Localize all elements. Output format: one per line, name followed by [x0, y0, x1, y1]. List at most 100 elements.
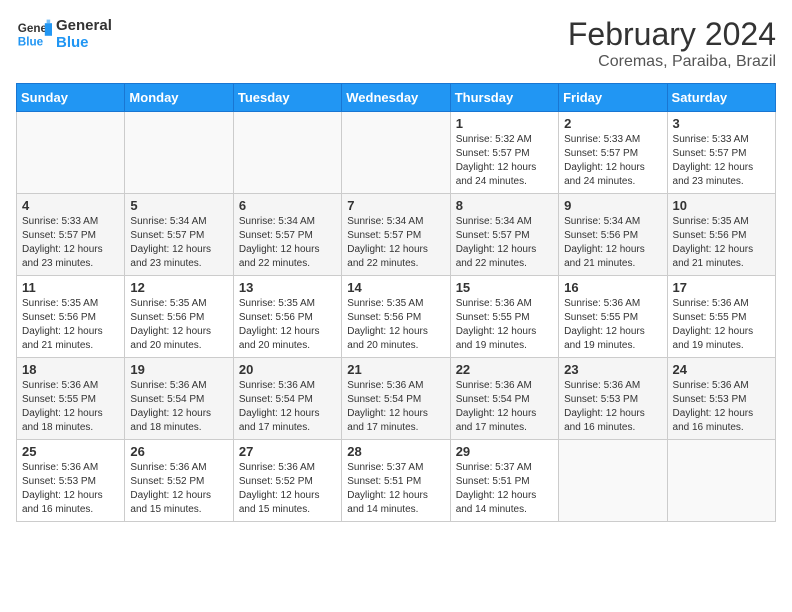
logo-icon: General Blue [16, 16, 52, 52]
page-header: General Blue General Blue February 2024 … [16, 16, 776, 71]
calendar-cell: 9 Sunrise: 5:34 AMSunset: 5:56 PMDaylight… [559, 194, 667, 276]
calendar-cell: 7 Sunrise: 5:34 AMSunset: 5:57 PMDaylight… [342, 194, 450, 276]
calendar-cell: 2 Sunrise: 5:33 AMSunset: 5:57 PMDaylight… [559, 112, 667, 194]
day-info: Sunrise: 5:36 AMSunset: 5:55 PMDaylight:… [456, 297, 553, 353]
calendar-cell: 19Sunrise: 5:36 AMSunset: 5:54 PMDayligh… [125, 358, 233, 440]
calendar-week-row: 4 Sunrise: 5:33 AMSunset: 5:57 PMDaylight… [17, 194, 776, 276]
logo-general: General [56, 17, 112, 34]
calendar-cell: 12Sunrise: 5:35 AMSunset: 5:56 PMDayligh… [125, 276, 233, 358]
calendar-cell: 24 Sunrise: 5:36 AMSunset: 5:53 PMDayligh… [667, 358, 775, 440]
weekday-header-row: SundayMondayTuesdayWednesdayThursdayFrid… [17, 84, 776, 112]
calendar-week-row: 1 Sunrise: 5:32 AMSunset: 5:57 PMDaylight… [17, 112, 776, 194]
calendar-cell: 20 Sunrise: 5:36 AMSunset: 5:54 PMDayligh… [233, 358, 341, 440]
weekday-header-monday: Monday [125, 84, 233, 112]
day-number: 25 [22, 444, 119, 459]
logo: General Blue General Blue [16, 16, 112, 52]
title-area: February 2024 Coremas, Paraiba, Brazil [568, 16, 776, 71]
logo-blue: Blue [56, 34, 112, 51]
day-info: Sunrise: 5:35 AMSunset: 5:56 PMDaylight:… [239, 297, 336, 353]
day-info: Sunrise: 5:36 AMSunset: 5:52 PMDaylight:… [239, 461, 336, 517]
calendar-cell: 16 Sunrise: 5:36 AMSunset: 5:55 PMDayligh… [559, 276, 667, 358]
weekday-header-friday: Friday [559, 84, 667, 112]
day-number: 15 [456, 280, 553, 295]
day-number: 29 [456, 444, 553, 459]
calendar-cell: 18 Sunrise: 5:36 AMSunset: 5:55 PMDayligh… [17, 358, 125, 440]
day-number: 24 [673, 362, 770, 377]
day-number: 4 [22, 198, 119, 213]
day-info: Sunrise: 5:36 AMSunset: 5:53 PMDaylight:… [564, 379, 661, 435]
calendar-cell [342, 112, 450, 194]
day-info: Sunrise: 5:36 AMSunset: 5:54 PMDaylight:… [130, 379, 227, 435]
day-info: Sunrise: 5:34 AMSunset: 5:57 PMDaylight:… [456, 215, 553, 271]
day-info: Sunrise: 5:34 AMSunset: 5:56 PMDaylight:… [564, 215, 661, 271]
day-number: 9 [564, 198, 661, 213]
weekday-header-tuesday: Tuesday [233, 84, 341, 112]
day-number: 6 [239, 198, 336, 213]
day-number: 2 [564, 116, 661, 131]
day-number: 3 [673, 116, 770, 131]
day-number: 5 [130, 198, 227, 213]
calendar-cell: 14 Sunrise: 5:35 AMSunset: 5:56 PMDayligh… [342, 276, 450, 358]
calendar-week-row: 11 Sunrise: 5:35 AMSunset: 5:56 PMDayligh… [17, 276, 776, 358]
calendar-cell [125, 112, 233, 194]
weekday-header-wednesday: Wednesday [342, 84, 450, 112]
day-info: Sunrise: 5:34 AMSunset: 5:57 PMDaylight:… [239, 215, 336, 271]
day-number: 20 [239, 362, 336, 377]
calendar-cell: 25 Sunrise: 5:36 AMSunset: 5:53 PMDayligh… [17, 440, 125, 522]
calendar-cell: 10Sunrise: 5:35 AMSunset: 5:56 PMDayligh… [667, 194, 775, 276]
calendar-cell [559, 440, 667, 522]
day-info: Sunrise: 5:36 AMSunset: 5:54 PMDaylight:… [456, 379, 553, 435]
day-number: 7 [347, 198, 444, 213]
day-info: Sunrise: 5:36 AMSunset: 5:55 PMDaylight:… [564, 297, 661, 353]
day-number: 12 [130, 280, 227, 295]
calendar-cell: 11 Sunrise: 5:35 AMSunset: 5:56 PMDayligh… [17, 276, 125, 358]
day-info: Sunrise: 5:33 AMSunset: 5:57 PMDaylight:… [673, 133, 770, 189]
calendar-cell: 17Sunrise: 5:36 AMSunset: 5:55 PMDayligh… [667, 276, 775, 358]
calendar-week-row: 18 Sunrise: 5:36 AMSunset: 5:55 PMDayligh… [17, 358, 776, 440]
day-number: 18 [22, 362, 119, 377]
calendar-cell: 29 Sunrise: 5:37 AMSunset: 5:51 PMDayligh… [450, 440, 558, 522]
day-info: Sunrise: 5:33 AMSunset: 5:57 PMDaylight:… [22, 215, 119, 271]
day-info: Sunrise: 5:36 AMSunset: 5:53 PMDaylight:… [22, 461, 119, 517]
day-number: 16 [564, 280, 661, 295]
day-info: Sunrise: 5:36 AMSunset: 5:52 PMDaylight:… [130, 461, 227, 517]
day-number: 28 [347, 444, 444, 459]
day-info: Sunrise: 5:34 AMSunset: 5:57 PMDaylight:… [347, 215, 444, 271]
day-number: 11 [22, 280, 119, 295]
day-number: 22 [456, 362, 553, 377]
day-number: 21 [347, 362, 444, 377]
calendar-cell: 26Sunrise: 5:36 AMSunset: 5:52 PMDayligh… [125, 440, 233, 522]
weekday-header-saturday: Saturday [667, 84, 775, 112]
calendar-cell: 4 Sunrise: 5:33 AMSunset: 5:57 PMDaylight… [17, 194, 125, 276]
day-info: Sunrise: 5:35 AMSunset: 5:56 PMDaylight:… [22, 297, 119, 353]
calendar-week-row: 25 Sunrise: 5:36 AMSunset: 5:53 PMDayligh… [17, 440, 776, 522]
day-info: Sunrise: 5:33 AMSunset: 5:57 PMDaylight:… [564, 133, 661, 189]
calendar-cell: 13 Sunrise: 5:35 AMSunset: 5:56 PMDayligh… [233, 276, 341, 358]
calendar-cell: 23 Sunrise: 5:36 AMSunset: 5:53 PMDayligh… [559, 358, 667, 440]
calendar-cell: 21Sunrise: 5:36 AMSunset: 5:54 PMDayligh… [342, 358, 450, 440]
day-info: Sunrise: 5:36 AMSunset: 5:53 PMDaylight:… [673, 379, 770, 435]
calendar-cell: 3 Sunrise: 5:33 AMSunset: 5:57 PMDaylight… [667, 112, 775, 194]
calendar-cell: 22 Sunrise: 5:36 AMSunset: 5:54 PMDayligh… [450, 358, 558, 440]
day-info: Sunrise: 5:34 AMSunset: 5:57 PMDaylight:… [130, 215, 227, 271]
day-info: Sunrise: 5:36 AMSunset: 5:55 PMDaylight:… [673, 297, 770, 353]
calendar-cell [17, 112, 125, 194]
day-number: 23 [564, 362, 661, 377]
day-info: Sunrise: 5:35 AMSunset: 5:56 PMDaylight:… [347, 297, 444, 353]
day-info: Sunrise: 5:32 AMSunset: 5:57 PMDaylight:… [456, 133, 553, 189]
day-info: Sunrise: 5:35 AMSunset: 5:56 PMDaylight:… [673, 215, 770, 271]
day-info: Sunrise: 5:36 AMSunset: 5:54 PMDaylight:… [239, 379, 336, 435]
calendar-cell: 28Sunrise: 5:37 AMSunset: 5:51 PMDayligh… [342, 440, 450, 522]
day-info: Sunrise: 5:36 AMSunset: 5:55 PMDaylight:… [22, 379, 119, 435]
day-number: 13 [239, 280, 336, 295]
day-number: 27 [239, 444, 336, 459]
day-number: 14 [347, 280, 444, 295]
calendar-cell: 6 Sunrise: 5:34 AMSunset: 5:57 PMDaylight… [233, 194, 341, 276]
day-number: 1 [456, 116, 553, 131]
day-number: 8 [456, 198, 553, 213]
calendar-cell: 15 Sunrise: 5:36 AMSunset: 5:55 PMDayligh… [450, 276, 558, 358]
calendar-cell [667, 440, 775, 522]
svg-text:Blue: Blue [18, 36, 44, 49]
day-info: Sunrise: 5:37 AMSunset: 5:51 PMDaylight:… [456, 461, 553, 517]
calendar-cell: 5 Sunrise: 5:34 AMSunset: 5:57 PMDaylight… [125, 194, 233, 276]
